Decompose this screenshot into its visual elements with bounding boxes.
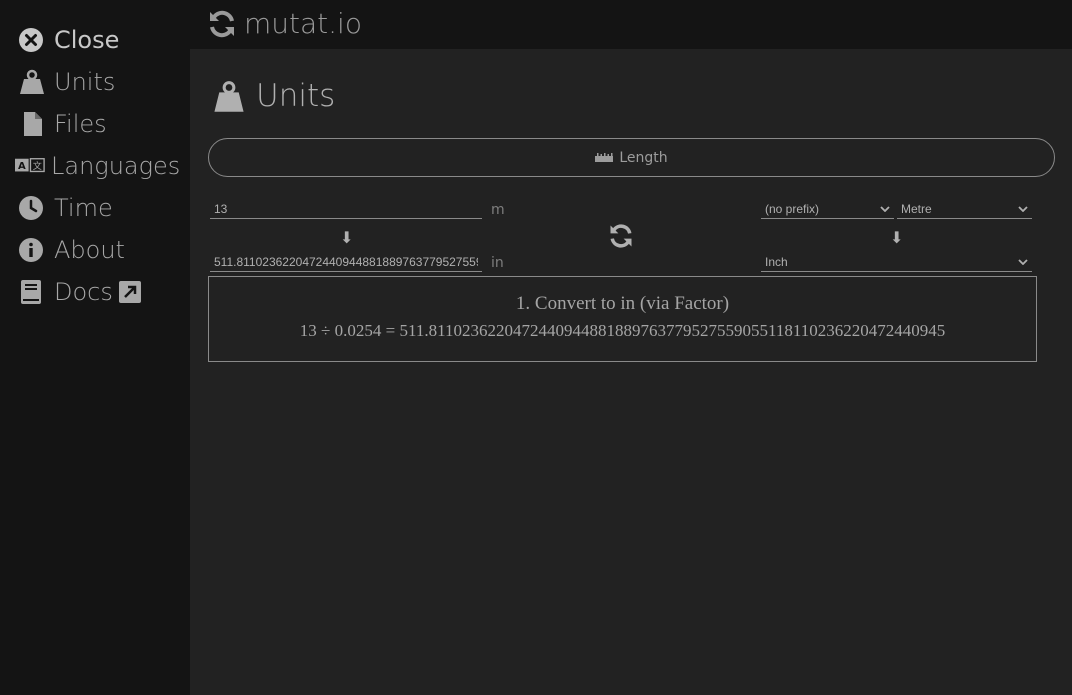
brand-name: mutat.io xyxy=(244,7,362,40)
page-title-text: Units xyxy=(256,78,336,114)
brand[interactable]: mutat.io xyxy=(206,7,362,40)
external-link-icon xyxy=(118,281,141,303)
sidebar-item-close[interactable]: Close xyxy=(18,23,119,57)
top-bar: mutat.io xyxy=(190,0,1072,49)
sidebar-item-label: Units xyxy=(54,68,116,96)
sidebar-item-label: Docs xyxy=(54,278,113,306)
category-label: Length xyxy=(619,149,668,166)
conversion-steps: 1. Convert to in (via Factor) 13 ÷ 0.025… xyxy=(208,276,1037,362)
sidebar-item-label: Languages xyxy=(51,152,181,180)
translate-icon: A文 xyxy=(15,152,45,180)
sidebar: Close Units Files A文 Languages Time Abou… xyxy=(0,0,190,695)
prefix-select[interactable]: (no prefix) xyxy=(761,199,894,219)
sidebar-item-docs[interactable]: Docs xyxy=(18,275,141,309)
from-unit-symbol: m xyxy=(491,202,505,218)
close-circle-icon xyxy=(18,26,48,54)
sidebar-item-label: Files xyxy=(54,110,107,138)
to-unit-symbol: in xyxy=(491,255,504,271)
sync-icon xyxy=(607,222,635,250)
chevron-down-icon xyxy=(1018,258,1028,265)
swap-button[interactable] xyxy=(607,222,635,250)
category-button[interactable]: Length xyxy=(208,138,1055,177)
sidebar-item-files[interactable]: Files xyxy=(18,107,107,141)
to-unit-select[interactable]: Inch xyxy=(761,252,1032,272)
from-value-input[interactable] xyxy=(210,199,482,219)
ruler-icon xyxy=(595,152,614,163)
from-unit-select[interactable]: Metre xyxy=(897,199,1032,219)
sidebar-item-units[interactable]: Units xyxy=(18,65,115,99)
conversion-formula: 13 ÷ 0.0254 = 511.8110236220472440944881… xyxy=(299,321,946,340)
down-arrow-icon: ⬇ xyxy=(890,228,904,247)
sidebar-item-label: Close xyxy=(54,26,120,54)
chevron-down-icon xyxy=(1018,205,1028,212)
clock-icon xyxy=(18,194,48,222)
svg-text:A: A xyxy=(18,161,26,172)
svg-text:文: 文 xyxy=(33,160,42,172)
to-value-input[interactable] xyxy=(210,252,482,272)
to-unit-select-value: Inch xyxy=(765,254,788,269)
weight-icon xyxy=(212,79,246,113)
conversion-step-title: 1. Convert to in (via Factor) xyxy=(515,293,730,314)
weight-icon xyxy=(18,68,48,96)
book-icon xyxy=(18,278,48,306)
down-arrow-icon: ⬇ xyxy=(340,228,354,247)
info-icon xyxy=(18,236,48,264)
sidebar-item-time[interactable]: Time xyxy=(18,191,113,225)
chevron-down-icon xyxy=(880,205,890,212)
page-title: Units xyxy=(212,78,335,114)
sidebar-item-languages[interactable]: A文 Languages xyxy=(15,149,181,183)
from-unit-select-value: Metre xyxy=(901,201,932,216)
sidebar-item-label: About xyxy=(54,236,125,264)
sync-icon xyxy=(206,8,238,40)
sidebar-item-about[interactable]: About xyxy=(18,233,125,267)
sidebar-item-label: Time xyxy=(54,194,113,222)
file-icon xyxy=(18,110,48,138)
prefix-select-value: (no prefix) xyxy=(765,201,820,216)
